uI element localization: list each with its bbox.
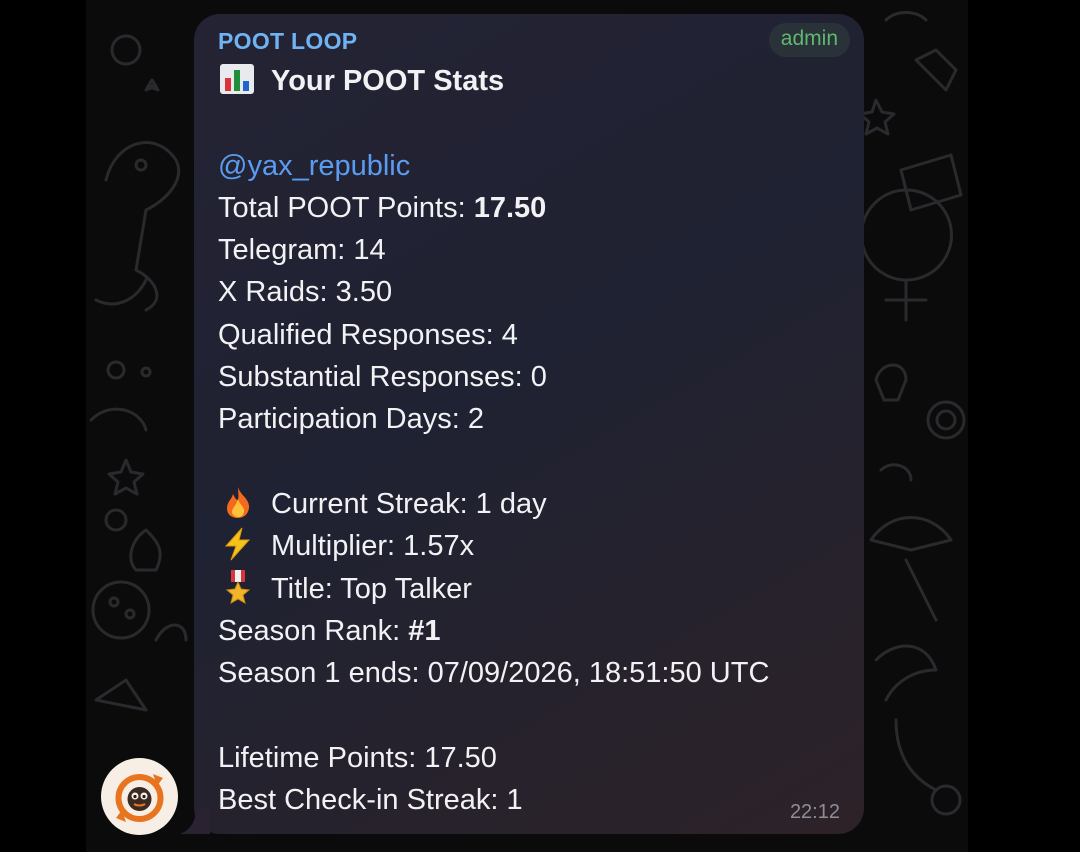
message-bubble[interactable]: POOT LOOP admin Your POOT Stats @yax_rep…: [194, 14, 864, 834]
stat-x-raids: X Raids: 3.50: [218, 271, 844, 313]
stat-value: 17.50: [473, 191, 547, 224]
current-streak-text: Current Streak: 1 day: [271, 487, 547, 520]
season-rank-label: Season Rank:: [218, 614, 409, 647]
poot-loop-logo-icon: [115, 774, 164, 822]
season-rank-line: Season Rank: #1: [218, 610, 844, 652]
title-award-line: Title: Top Talker: [218, 568, 844, 610]
stat-value: 3.50: [335, 276, 393, 309]
stat-participation-days: Participation Days: 2: [218, 398, 844, 440]
season-rank-value: #1: [408, 614, 441, 647]
user-mention-link[interactable]: @yax_republic: [218, 150, 410, 182]
stat-label: Substantial Responses:: [218, 361, 531, 394]
message-text: Your POOT Stats @yax_republic Total POOT…: [218, 60, 844, 821]
message-title: Your POOT Stats: [271, 65, 505, 97]
stat-label: Telegram:: [218, 234, 354, 267]
multiplier-line: Multiplier: 1.57x: [218, 525, 844, 567]
stat-value: 14: [353, 234, 386, 267]
stat-total-points: Total POOT Points: 17.50: [218, 187, 844, 229]
lifetime-points-line: Lifetime Points: 17.50: [218, 741, 497, 774]
stat-label: Total POOT Points:: [218, 191, 474, 224]
stat-substantial-responses: Substantial Responses: 0: [218, 356, 844, 398]
sender-name[interactable]: POOT LOOP: [218, 28, 357, 55]
mention-line: @yax_republic: [218, 145, 844, 187]
stat-telegram: Telegram: 14: [218, 229, 844, 271]
sender-avatar[interactable]: [101, 758, 178, 835]
stat-qualified-responses: Qualified Responses: 4: [218, 314, 844, 356]
medal-icon: [218, 569, 258, 604]
best-streak-line: Best Check-in Streak: 1: [218, 784, 523, 817]
title-award-text: Title: Top Talker: [271, 572, 472, 605]
message-timestamp: 22:12: [789, 801, 840, 823]
stat-label: X Raids:: [218, 276, 336, 309]
stat-value: 4: [501, 318, 518, 351]
current-streak-line: Current Streak: 1 day: [218, 483, 844, 525]
season-end-line: Season 1 ends: 07/09/2026, 18:51:50 UTC: [218, 657, 770, 690]
multiplier-text: Multiplier: 1.57x: [271, 530, 475, 563]
stat-value: 2: [467, 403, 484, 436]
message-title-line: Your POOT Stats: [218, 60, 844, 102]
bubble-tail: [180, 808, 210, 834]
lightning-icon: [218, 527, 258, 561]
stat-label: Participation Days:: [218, 403, 468, 436]
fire-icon: [218, 485, 258, 519]
stat-label: Qualified Responses:: [218, 318, 502, 351]
admin-badge: admin: [768, 23, 850, 57]
bar-chart-icon: [218, 62, 258, 96]
stat-value: 0: [530, 361, 547, 394]
